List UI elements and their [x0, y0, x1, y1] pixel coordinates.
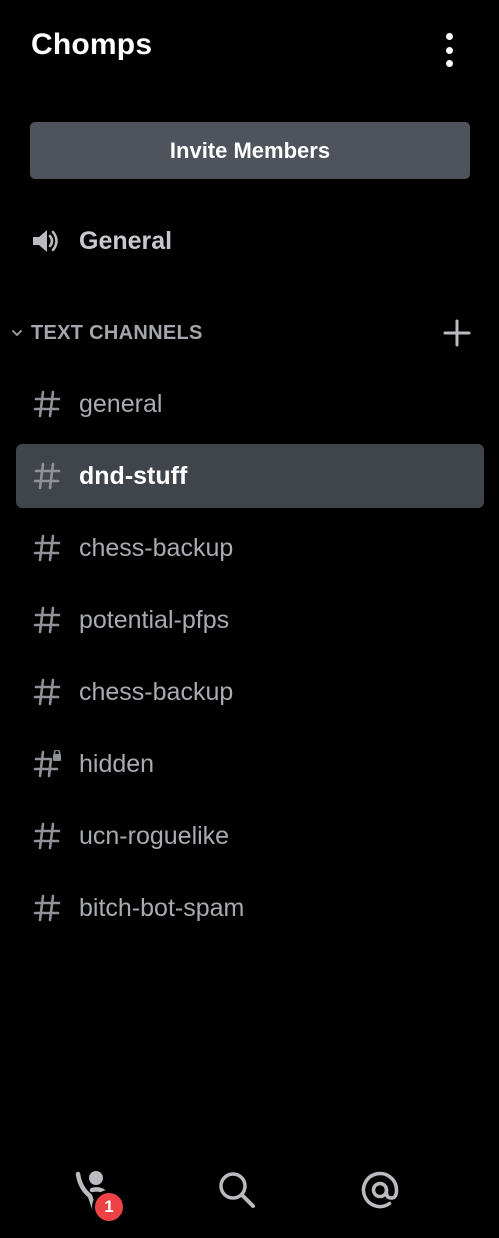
- server-name[interactable]: Chomps: [31, 28, 152, 62]
- channel-name: ucn-roguelike: [79, 821, 230, 850]
- plus-icon[interactable]: [442, 318, 472, 348]
- text-channel-list: general dnd-stuff chess-backup potential-pf…: [16, 372, 484, 948]
- hash-icon: [33, 534, 61, 562]
- bottom-navigation: 1: [0, 1150, 499, 1230]
- channel-row[interactable]: dnd-stuff: [16, 444, 484, 508]
- category-text-channels[interactable]: TEXT CHANNELS: [10, 316, 480, 350]
- channel-row[interactable]: potential-pfps: [16, 588, 484, 652]
- channel-name: potential-pfps: [79, 605, 230, 634]
- hash-icon: [33, 894, 61, 922]
- hash-lock-icon: [33, 749, 61, 778]
- channel-name: dnd-stuff: [79, 461, 188, 490]
- hash-icon: [33, 822, 61, 850]
- channel-row[interactable]: bitch-bot-spam: [16, 876, 484, 940]
- channel-name: general: [79, 389, 163, 418]
- at-mention-icon[interactable]: [358, 1168, 402, 1212]
- voice-channel-general[interactable]: General: [30, 215, 470, 267]
- hash-icon: [33, 678, 61, 706]
- channel-row[interactable]: hidden: [16, 732, 484, 796]
- channel-name: chess-backup: [79, 677, 234, 706]
- channel-name: bitch-bot-spam: [79, 893, 245, 922]
- chevron-down-icon: [10, 326, 24, 340]
- channel-row[interactable]: general: [16, 372, 484, 436]
- category-label: TEXT CHANNELS: [31, 321, 203, 344]
- kebab-menu-icon[interactable]: [436, 33, 462, 67]
- notification-badge: 1: [92, 1190, 126, 1224]
- channel-name: chess-backup: [79, 533, 234, 562]
- hash-icon: [33, 390, 61, 418]
- hash-icon: [33, 462, 61, 490]
- voice-channel-label: General: [79, 226, 173, 255]
- invite-members-button[interactable]: Invite Members: [30, 122, 470, 179]
- speaker-icon: [30, 224, 64, 258]
- search-icon[interactable]: [215, 1168, 259, 1212]
- channel-row[interactable]: chess-backup: [16, 516, 484, 580]
- channel-name: hidden: [79, 749, 155, 778]
- channel-row[interactable]: chess-backup: [16, 660, 484, 724]
- hash-icon: [33, 606, 61, 634]
- channel-row[interactable]: ucn-roguelike: [16, 804, 484, 868]
- server-header: Chomps: [0, 0, 499, 100]
